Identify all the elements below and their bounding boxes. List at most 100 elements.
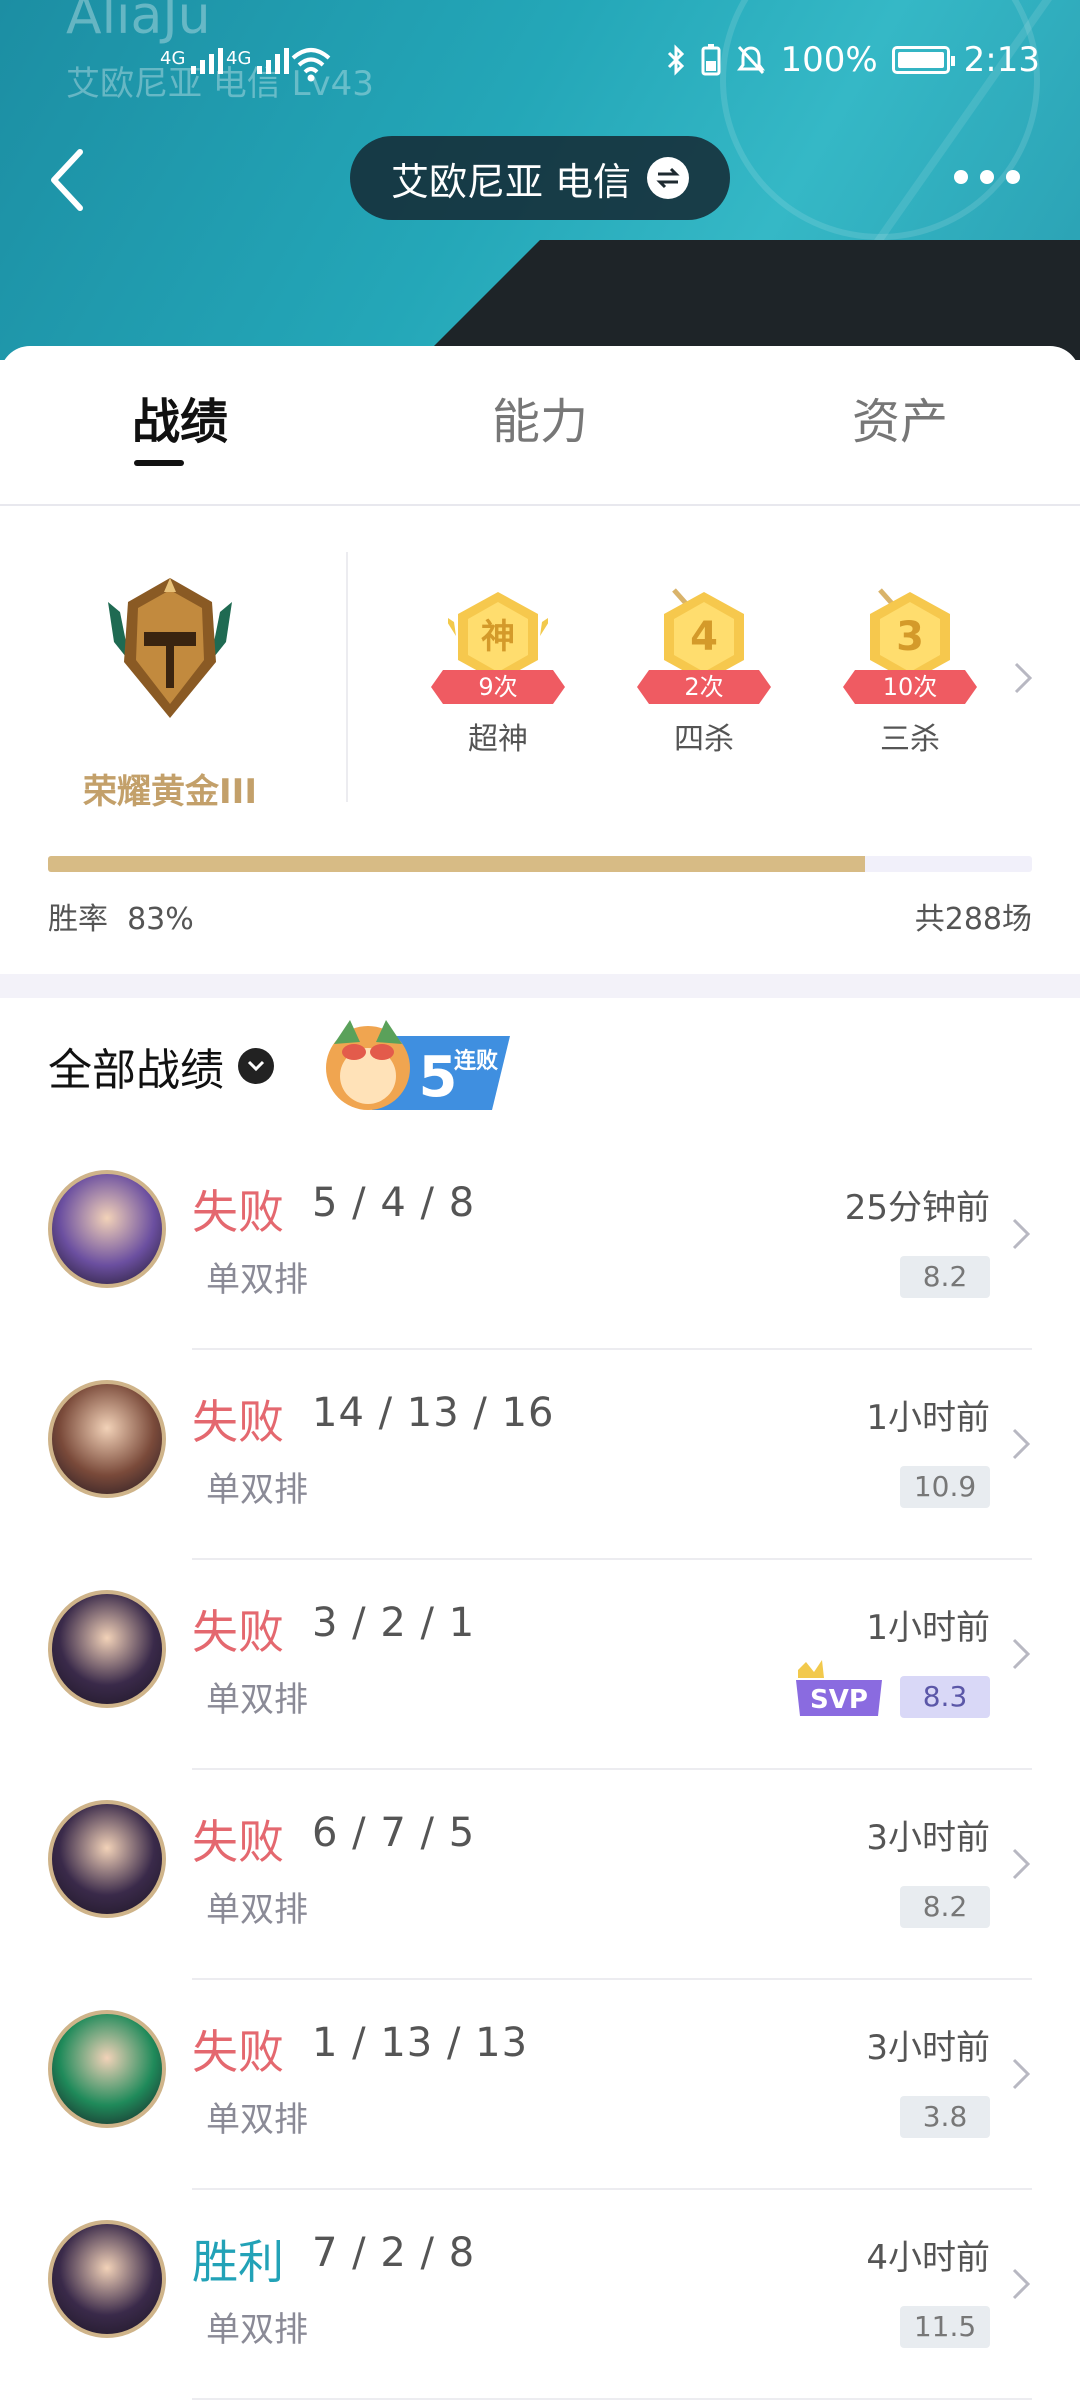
match-row[interactable]: 失败 14 / 13 / 16 单双排 1小时前 10.9	[0, 1350, 1080, 1560]
svp-badge-icon: SVP	[796, 1660, 882, 1716]
header-decoration	[720, 0, 1040, 240]
more-options-icon[interactable]	[954, 170, 1020, 184]
match-row[interactable]: 失败 6 / 7 / 5 单双排 3小时前 8.2	[0, 1770, 1080, 1980]
svg-text:神: 神	[481, 617, 515, 657]
match-mode: 单双排	[206, 1890, 308, 1930]
tab-active-indicator	[134, 460, 184, 466]
medal-label: 三杀	[880, 722, 940, 757]
match-kda: 3 / 2 / 1	[312, 1600, 476, 1646]
tab-ability[interactable]: 能力	[440, 382, 640, 452]
losing-streak-badge-icon: 5 连败	[326, 1020, 510, 1110]
match-time: 1小时前	[866, 1608, 990, 1648]
winrate-text: 胜率 83%	[48, 894, 194, 938]
chevron-right-icon	[1012, 1428, 1031, 1460]
match-result: 失败	[192, 1185, 284, 1239]
match-result: 失败	[192, 1605, 284, 1659]
medal-label: 四杀	[674, 722, 734, 757]
match-result: 胜利	[192, 2235, 284, 2289]
header-dark-stripe	[340, 240, 1080, 360]
winrate-label: 胜率	[48, 902, 108, 937]
total-matches: 共288场	[914, 902, 1032, 937]
match-time: 3小时前	[866, 2028, 990, 2068]
rank-name: 荣耀黄金III	[83, 772, 257, 812]
svg-text:连败: 连败	[454, 1048, 498, 1074]
match-kda: 7 / 2 / 8	[312, 2230, 476, 2276]
match-history-page: AliaJu 艾欧尼亚 电信 Lv43 4G 4G 100% 2:13 艾欧尼亚…	[0, 0, 1080, 2400]
winrate-progress-bar	[48, 856, 1032, 872]
match-mode: 单双排	[206, 1260, 308, 1300]
match-score: 11.5	[900, 2306, 990, 2348]
filter-label: 全部战绩	[48, 1045, 224, 1096]
match-mode: 单双排	[206, 2310, 308, 2350]
medal-quadra-kill[interactable]: 4 2次 四杀	[634, 588, 774, 758]
cellular-signal-2-icon: 4G	[226, 48, 290, 74]
server-switch-button[interactable]: 艾欧尼亚 电信	[350, 136, 730, 220]
section-gap	[0, 974, 1080, 998]
medals-more-chevron-icon[interactable]	[1012, 660, 1034, 696]
match-kda: 5 / 4 / 8	[312, 1180, 476, 1226]
svg-text:SVP: SVP	[810, 1685, 868, 1715]
back-arrow-icon[interactable]	[40, 140, 100, 220]
match-score: 8.3	[900, 1676, 990, 1718]
swap-icon	[647, 157, 690, 199]
chevron-right-icon	[1012, 2268, 1031, 2300]
status-right-group: 100% 2:13	[666, 40, 1040, 80]
bluetooth-icon	[668, 44, 685, 76]
server-name: 艾欧尼亚 电信	[390, 159, 632, 204]
chevron-right-icon	[1012, 1638, 1031, 1670]
match-mode: 单双排	[206, 2100, 308, 2140]
match-row[interactable]: 失败 5 / 4 / 8 单双排 25分钟前 8.2	[0, 1140, 1080, 1350]
record-filter-dropdown[interactable]: 全部战绩	[48, 1034, 274, 1098]
clock: 2:13	[963, 40, 1040, 80]
stats-card: 荣耀黄金III 神 9次 超神 4 2次 四杀 3 10次 三杀 胜率 83% …	[0, 508, 1080, 974]
match-score: 8.2	[900, 1886, 990, 1928]
wifi-icon	[291, 48, 331, 82]
match-result: 失败	[192, 1395, 284, 1449]
svg-text:3: 3	[896, 614, 924, 660]
tab-match-record[interactable]: 战绩	[80, 382, 280, 452]
battery-percent: 100%	[780, 40, 878, 80]
winrate-value: 83%	[127, 902, 194, 937]
cellular-signal-1-icon: 4G	[160, 48, 224, 74]
divider	[346, 552, 348, 802]
battery-icon	[891, 46, 955, 74]
tab-assets[interactable]: 资产	[800, 382, 1000, 452]
match-time: 25分钟前	[844, 1188, 990, 1228]
match-time: 3小时前	[866, 1818, 990, 1858]
battery-saver-icon	[701, 44, 721, 76]
chevron-right-icon	[1012, 2058, 1031, 2090]
match-time: 1小时前	[866, 1398, 990, 1438]
match-result: 失败	[192, 2025, 284, 2079]
chevron-down-icon	[238, 1048, 274, 1084]
medal-count: 2次	[637, 670, 771, 704]
champion-avatar	[48, 2220, 166, 2338]
match-time: 4小时前	[866, 2238, 990, 2278]
medal-legendary[interactable]: 神 9次 超神	[428, 588, 568, 758]
chevron-right-icon	[1012, 1848, 1031, 1880]
match-row[interactable]: 失败 1 / 13 / 13 单双排 3小时前 3.8	[0, 1980, 1080, 2190]
chevron-right-icon	[1012, 1218, 1031, 1250]
match-score: 3.8	[900, 2096, 990, 2138]
champion-avatar	[48, 2010, 166, 2128]
match-result: 失败	[192, 1815, 284, 1869]
svg-text:5: 5	[419, 1045, 458, 1110]
champion-avatar	[48, 1800, 166, 1918]
match-score: 8.2	[900, 1256, 990, 1298]
match-kda: 1 / 13 / 13	[312, 2020, 529, 2066]
medal-label: 超神	[468, 722, 528, 757]
mute-bell-icon	[737, 45, 766, 75]
winrate-progress-fill	[48, 856, 865, 872]
match-mode: 单双排	[206, 1680, 308, 1720]
match-mode: 单双排	[206, 1470, 308, 1510]
medal-triple-kill[interactable]: 3 10次 三杀	[840, 588, 980, 758]
champion-avatar	[48, 1590, 166, 1708]
match-row[interactable]: 失败 3 / 2 / 1 单双排 1小时前 SVP 8.3	[0, 1560, 1080, 1770]
tab-bar: 战绩 能力 资产	[0, 346, 1080, 506]
match-kda: 14 / 13 / 16	[312, 1390, 555, 1436]
medal-count: 10次	[843, 670, 977, 704]
status-bar: 4G 4G 100% 2:13	[0, 40, 1080, 96]
match-row[interactable]: 胜利 7 / 2 / 8 单双排 4小时前 11.5	[0, 2190, 1080, 2400]
champion-avatar	[48, 1170, 166, 1288]
gold-rank-emblem-icon	[108, 578, 232, 718]
medal-count: 9次	[431, 670, 565, 704]
